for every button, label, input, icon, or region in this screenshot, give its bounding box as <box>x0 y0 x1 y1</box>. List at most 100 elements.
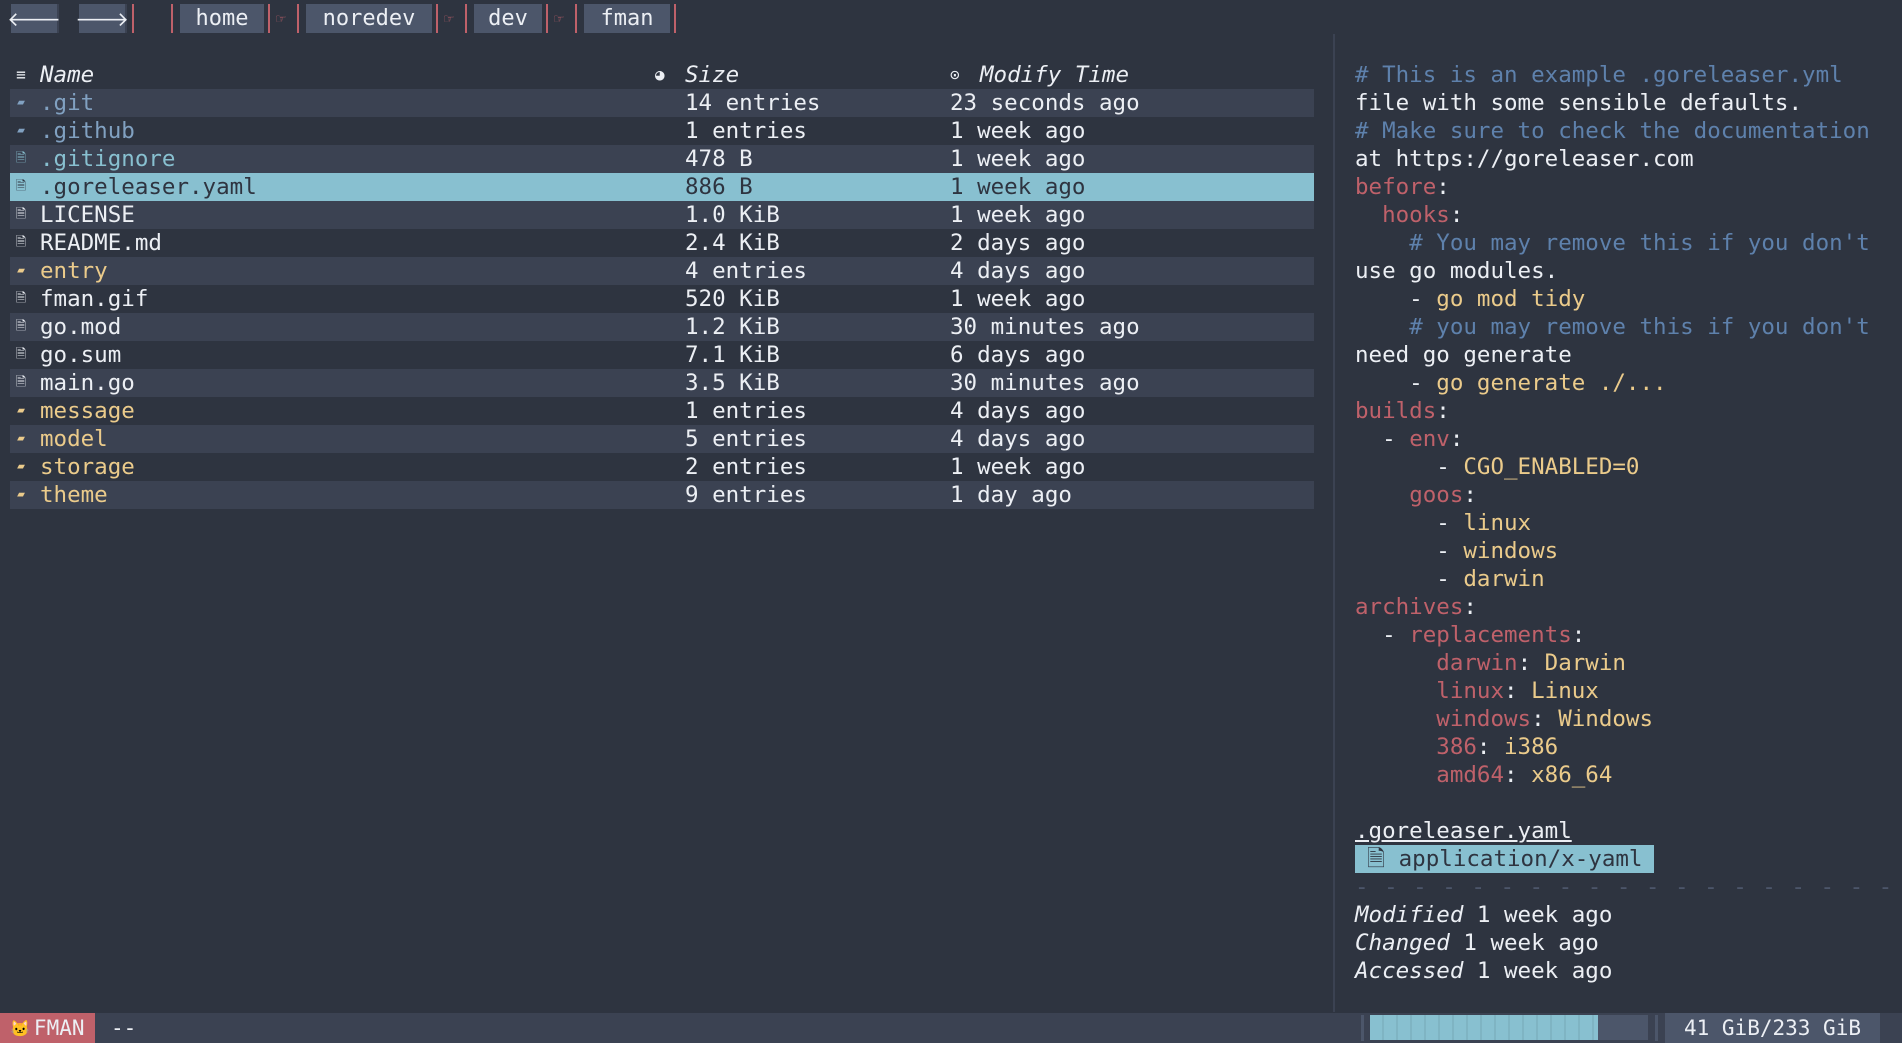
preview-line: - windows <box>1355 537 1890 565</box>
breadcrumb-fman[interactable]: fman <box>584 4 670 33</box>
file-row[interactable]: 🗎 go.sum 7.1 KiB 6 days ago <box>10 341 1314 369</box>
file-row[interactable]: ▰ .github 1 entries 1 week ago <box>10 117 1314 145</box>
preview-token: file with some sensible defaults. <box>1355 90 1803 116</box>
arrow-right-icon: 🡒 <box>75 6 129 31</box>
file-row[interactable]: 🗎 .goreleaser.yaml 886 B 1 week ago <box>10 173 1314 201</box>
file-modify-time: 4 days ago <box>950 426 1086 452</box>
file-name: theme <box>40 482 108 508</box>
file-name: README.md <box>40 230 162 256</box>
file-icon: 🗎 <box>15 319 27 334</box>
preview-token: # You may remove this if you don't <box>1409 230 1870 256</box>
breadcrumb-noredev[interactable]: noredev <box>306 4 432 33</box>
preview-token: hooks <box>1382 202 1450 228</box>
file-row[interactable]: ▰ .git 14 entries 23 seconds ago <box>10 89 1314 117</box>
preview-token: linux <box>1463 510 1532 536</box>
file-name: storage <box>40 454 135 480</box>
preview-token: Linux <box>1531 678 1599 704</box>
file-name: main.go <box>40 370 135 396</box>
preview-line: # You may remove this if you don't <box>1355 229 1890 257</box>
preview-token: : <box>1436 174 1450 200</box>
preview-token: CGO_ENABLED=0 <box>1463 454 1640 480</box>
file-size: 886 B <box>685 174 753 200</box>
column-name-header[interactable]: Name <box>40 61 94 89</box>
preview-token: - <box>1355 566 1464 592</box>
file-name: entry <box>40 258 108 284</box>
pane-divider <box>1333 34 1335 1012</box>
meta-value: 1 week ago <box>1476 902 1613 928</box>
file-row[interactable]: ▰ message 1 entries 4 days ago <box>10 397 1314 425</box>
preview-token: - <box>1355 538 1464 564</box>
file-row[interactable]: ▰ storage 2 entries 1 week ago <box>10 453 1314 481</box>
top-bar: 🡐 🡒 home ☞ noredev ☞ dev ☞ fman <box>0 0 1902 40</box>
preview-token: amd64 <box>1436 762 1505 788</box>
breadcrumb-divider <box>546 4 548 33</box>
preview-token: : <box>1571 622 1586 648</box>
file-row[interactable]: 🗎 LICENSE 1.0 KiB 1 week ago <box>10 201 1314 229</box>
preview-line: - env: <box>1355 425 1890 453</box>
breadcrumb-home[interactable]: home <box>180 4 264 33</box>
file-size: 3.5 KiB <box>685 370 780 396</box>
file-list[interactable]: ≡ Name ◕ Size ⊙ Modify Time ▰ .git 14 entr… <box>10 61 1314 509</box>
preview-line: hooks: <box>1355 201 1890 229</box>
file-size: 520 KiB <box>685 286 780 312</box>
breadcrumb-divider <box>171 4 173 33</box>
file-icon: 🗎 <box>15 291 27 306</box>
preview-token: - <box>1355 286 1437 312</box>
file-row[interactable]: 🗎 main.go 3.5 KiB 30 minutes ago <box>10 369 1314 397</box>
file-size: 5 entries <box>685 426 807 452</box>
file-row[interactable]: 🗎 README.md 2.4 KiB 2 days ago <box>10 229 1314 257</box>
cat-icon: 🐱 <box>10 1018 30 1038</box>
file-size: 478 B <box>685 146 753 172</box>
preview-line: goos: <box>1355 481 1890 509</box>
status-divider <box>1361 1015 1364 1041</box>
preview-token: : <box>1449 202 1464 228</box>
meta-label: Changed <box>1355 930 1450 956</box>
file-row[interactable]: 🗎 fman.gif 520 KiB 1 week ago <box>10 285 1314 313</box>
preview-line: builds: <box>1355 397 1890 425</box>
file-row[interactable]: ▰ theme 9 entries 1 day ago <box>10 481 1314 509</box>
preview-token <box>1355 314 1409 340</box>
file-modify-time: 23 seconds ago <box>950 90 1140 116</box>
file-name: go.mod <box>40 314 122 340</box>
list-header: ≡ Name ◕ Size ⊙ Modify Time <box>10 61 1314 89</box>
preview-token: need go generate <box>1355 342 1572 368</box>
preview-token: go mod tidy <box>1436 286 1586 312</box>
preview-token: - <box>1355 510 1464 536</box>
preview-line: - go mod tidy <box>1355 285 1890 313</box>
breadcrumb-dev[interactable]: dev <box>474 4 542 33</box>
breadcrumb-divider <box>465 4 467 33</box>
preview-token: env <box>1409 426 1450 452</box>
file-icon: 🗎 <box>15 235 27 250</box>
preview-line: windows: Windows <box>1355 705 1890 733</box>
folder-icon: ▰ <box>17 123 25 138</box>
breadcrumb-separator-icon: ☞ <box>554 9 564 28</box>
preview-line: - linux <box>1355 509 1890 537</box>
folder-icon: ▰ <box>17 459 25 474</box>
file-modify-time: 1 week ago <box>950 174 1086 200</box>
preview-line: - CGO_ENABLED=0 <box>1355 453 1890 481</box>
preview-token <box>1355 230 1409 256</box>
disk-usage-fill <box>1370 1015 1598 1040</box>
preview-token: : <box>1517 650 1545 676</box>
breadcrumb-divider <box>297 4 299 33</box>
column-time-header[interactable]: Modify Time <box>980 61 1129 89</box>
forward-button[interactable]: 🡒 <box>75 4 129 33</box>
list-icon: ≡ <box>16 65 26 84</box>
file-row[interactable]: 🗎 .gitignore 478 B 1 week ago <box>10 145 1314 173</box>
file-meta-row: Modified 1 week ago <box>1355 901 1890 929</box>
file-modify-time: 1 week ago <box>950 454 1086 480</box>
preview-token <box>1355 734 1436 760</box>
breadcrumb-separator-icon: ☞ <box>444 9 454 28</box>
file-row[interactable]: ▰ model 5 entries 4 days ago <box>10 425 1314 453</box>
preview-token: windows <box>1436 706 1532 732</box>
column-size-header[interactable]: Size <box>685 61 739 89</box>
preview-token <box>1355 678 1436 704</box>
preview-token: : <box>1531 706 1559 732</box>
file-row[interactable]: 🗎 go.mod 1.2 KiB 30 minutes ago <box>10 313 1314 341</box>
breadcrumb-divider <box>436 4 438 33</box>
preview-token: linux <box>1436 678 1505 704</box>
file-modify-time: 1 week ago <box>950 202 1086 228</box>
preview-token: : <box>1436 398 1450 424</box>
file-row[interactable]: ▰ entry 4 entries 4 days ago <box>10 257 1314 285</box>
back-button[interactable]: 🡐 <box>7 4 61 33</box>
